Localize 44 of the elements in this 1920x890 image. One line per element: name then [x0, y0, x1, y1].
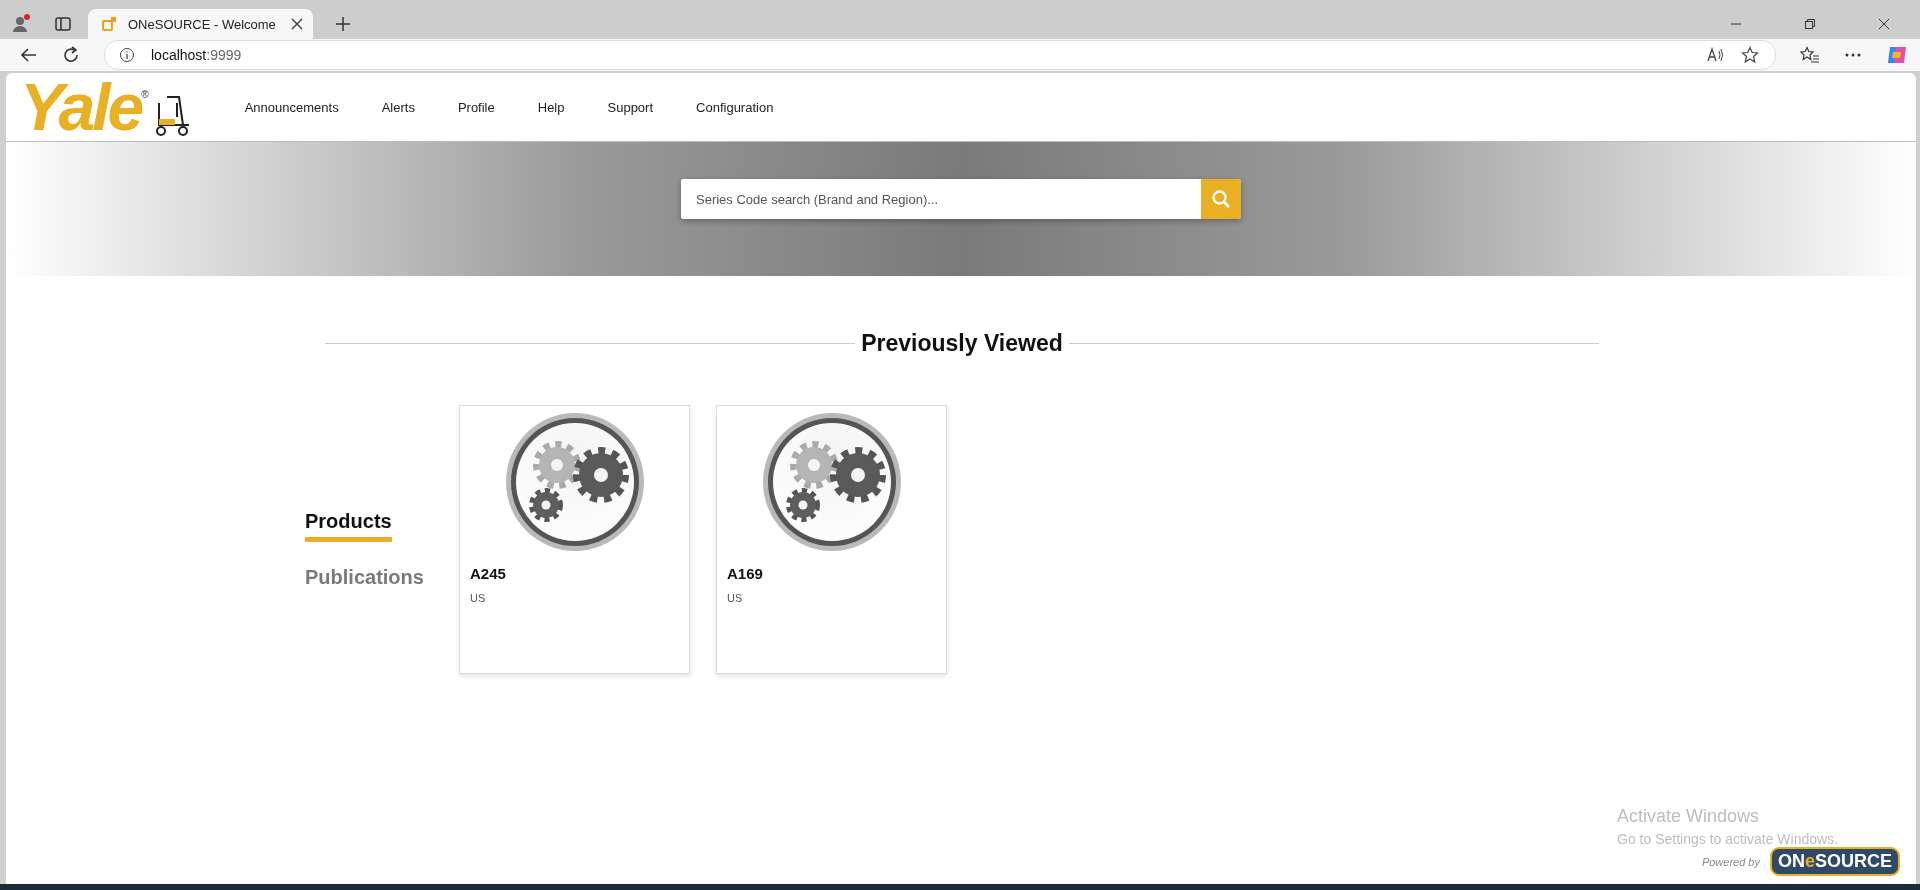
series-code: A245: [470, 565, 507, 582]
tab-title: ONeSOURCE - Welcome: [128, 16, 277, 32]
product-card[interactable]: A169 US: [716, 405, 947, 674]
nav-link[interactable]: Support: [607, 99, 654, 115]
nav-link[interactable]: Configuration: [696, 99, 774, 115]
tab-actions-icon[interactable]: [54, 15, 72, 33]
nav-link[interactable]: Profile: [457, 99, 495, 115]
close-icon[interactable]: [291, 18, 303, 30]
region-label: US: [727, 592, 744, 604]
favorites-icon[interactable]: [1800, 46, 1820, 64]
browser-tab[interactable]: ONeSOURCE - Welcome: [88, 9, 313, 39]
site-favicon-icon: [102, 17, 116, 31]
section-title: Previously Viewed: [861, 330, 1063, 357]
search-icon: [1211, 189, 1231, 209]
new-tab-icon[interactable]: [335, 16, 351, 32]
url-port: :9999: [206, 47, 242, 63]
close-icon[interactable]: [1878, 18, 1890, 30]
region-label: US: [470, 592, 487, 604]
read-aloud-icon[interactable]: [1707, 47, 1725, 63]
series-code: A169: [727, 565, 764, 582]
more-icon[interactable]: [1844, 52, 1862, 58]
refresh-icon[interactable]: [62, 46, 80, 64]
back-arrow-icon[interactable]: [20, 46, 38, 64]
yale-logo[interactable]: Yale®: [20, 75, 195, 139]
gears-icon: [760, 411, 903, 553]
url-host: localhost: [151, 47, 207, 63]
nav-link[interactable]: Alerts: [381, 99, 415, 115]
gears-icon: [503, 411, 646, 553]
profile-icon[interactable]: [10, 13, 32, 35]
info-icon: [119, 47, 135, 63]
restore-icon[interactable]: [1804, 18, 1816, 30]
powered-by-label: Powered by: [1701, 855, 1760, 868]
copilot-icon[interactable]: [1886, 44, 1908, 66]
category-tab[interactable]: Publications: [305, 566, 424, 598]
activation-text: Go to Settings to activate Windows.: [1617, 831, 1838, 847]
category-tab[interactable]: Products: [305, 510, 392, 542]
nav-link[interactable]: Help: [537, 99, 565, 115]
onesource-logo: ONeSOURCE: [1769, 847, 1900, 876]
star-icon[interactable]: [1741, 46, 1759, 64]
search-field[interactable]: Series Code search (Brand and Region)...: [681, 179, 1241, 219]
address-bar[interactable]: localhost:9999: [104, 40, 1776, 70]
nav-link[interactable]: Announcements: [244, 99, 339, 115]
product-card[interactable]: A245 US: [459, 405, 690, 674]
activation-title: Activate Windows: [1617, 806, 1761, 827]
